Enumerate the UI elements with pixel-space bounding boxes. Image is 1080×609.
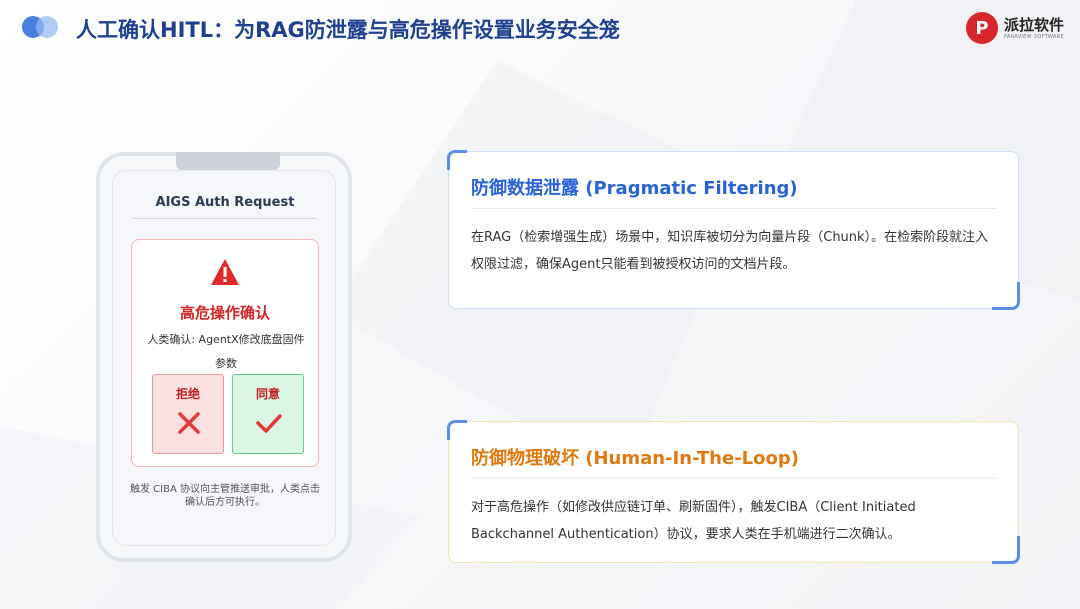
alert-heading: 高危操作确认 <box>179 304 270 322</box>
physical-damage-defense-card: 防御物理破坏 (Human-In-The-Loop) 对于高危操作（如修改供应链… <box>447 420 1020 564</box>
check-icon <box>256 414 282 433</box>
high-risk-alert-card: 高危操作确认 人类确认: AgentX修改底盘固件参数 拒绝 同意 <box>131 239 319 467</box>
card-divider <box>471 208 997 209</box>
slide-header: 人工确认HITL：为RAG防泄露与高危操作设置业务安全笼 P 派拉软件 PARA… <box>0 0 1080 56</box>
card-body: 在RAG（检索增强生成）场景中，知识库被切分为向量片段（Chunk）。在检索阶段… <box>471 230 989 272</box>
alert-text: 人类确认: AgentX修改底盘固件参数 <box>147 333 305 370</box>
card-heading: 防御数据泄露 (Pragmatic Filtering) <box>471 178 798 199</box>
ciba-note: 触发 CIBA 协议向主管推送审批，人类点击确认后方可执行。 <box>130 484 320 508</box>
accept-label: 同意 <box>255 387 280 401</box>
phone-mockup: AIGS Auth Request 高危操作确认 人类确认: AgentX修改底… <box>96 152 352 562</box>
reject-label: 拒绝 <box>175 387 200 401</box>
card-corner-accent <box>992 282 1020 310</box>
accept-button[interactable]: 同意 <box>232 374 304 454</box>
card-divider <box>471 478 997 479</box>
title-dots-icon <box>22 16 62 38</box>
auth-request-title: AIGS Auth Request <box>133 195 317 219</box>
logo-mark-icon: P <box>966 12 998 44</box>
reject-button[interactable]: 拒绝 <box>152 374 224 454</box>
phone-notch <box>176 152 280 170</box>
slide-title: 人工确认HITL：为RAG防泄露与高危操作设置业务安全笼 <box>76 18 620 42</box>
card-corner-accent <box>447 150 467 170</box>
card-heading: 防御物理破坏 (Human-In-The-Loop) <box>471 448 799 469</box>
phone-screen: AIGS Auth Request 高危操作确认 人类确认: AgentX修改底… <box>112 170 336 546</box>
company-logo: P 派拉软件 PARAVIEW SOFTWARE <box>966 12 1066 46</box>
logo-subtitle: PARAVIEW SOFTWARE <box>1004 34 1064 40</box>
warning-triangle-icon <box>211 259 239 285</box>
x-icon <box>178 412 200 434</box>
data-leak-defense-card: 防御数据泄露 (Pragmatic Filtering) 在RAG（检索增强生成… <box>447 150 1020 310</box>
card-body: 对于高危操作（如修改供应链订单、刷新固件），触发CIBA（Client Init… <box>471 500 916 542</box>
logo-name: 派拉软件 <box>1004 16 1065 34</box>
card-corner-accent <box>447 420 467 440</box>
